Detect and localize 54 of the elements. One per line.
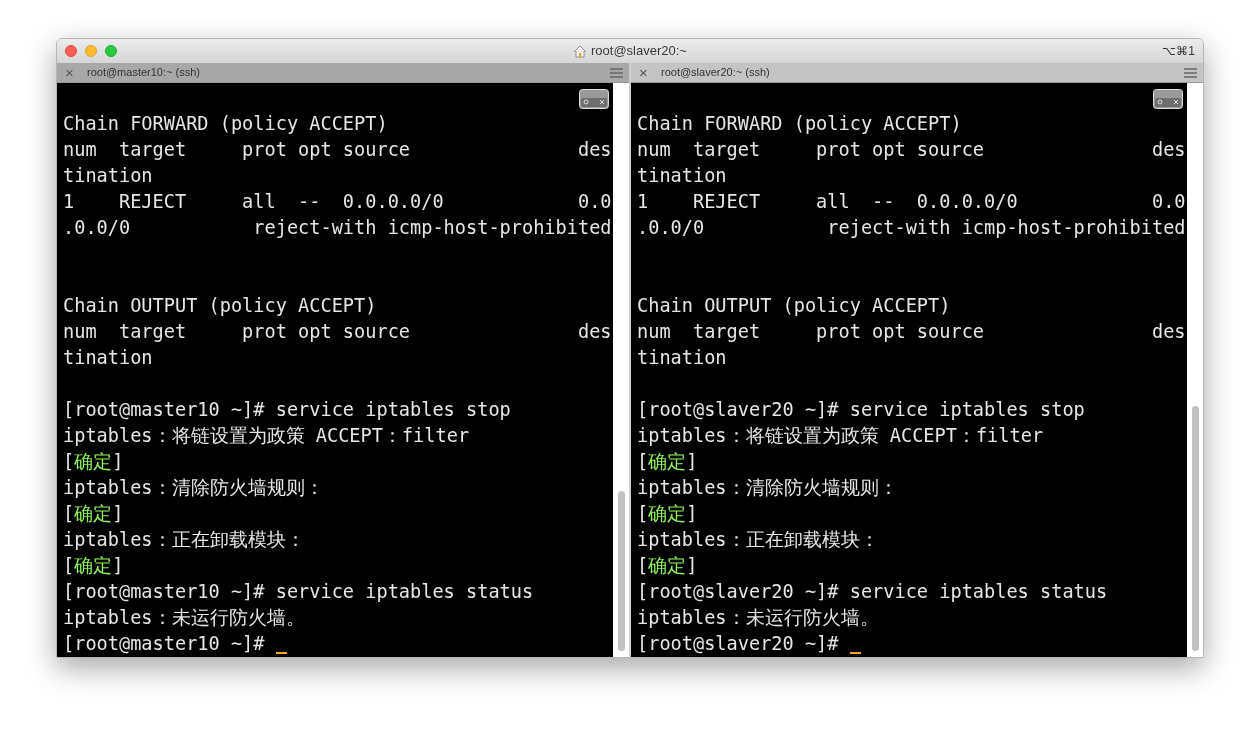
terminal-line: Chain OUTPUT (policy ACCEPT): [637, 294, 951, 318]
pane-tab[interactable]: × root@slaver20:~ (ssh): [631, 63, 1203, 83]
status-line: [确定]: [637, 554, 698, 578]
house-icon: [573, 44, 587, 58]
status-line: [确定]: [63, 554, 124, 578]
terminal-line: iptables：将链设置为政策 ACCEPT：filter: [637, 424, 1044, 448]
pane-tab[interactable]: × root@master10:~ (ssh): [57, 63, 629, 83]
terminal-line: num target prot opt source des: [637, 138, 1186, 162]
terminal-line: iptables：正在卸载模块：: [637, 528, 879, 552]
terminal-line: 1 REJECT all -- 0.0.0.0/0 0.0: [637, 190, 1186, 214]
scrollbar[interactable]: [613, 83, 629, 657]
terminal-line: Chain FORWARD (policy ACCEPT): [637, 112, 962, 136]
close-button[interactable]: ×: [639, 65, 653, 80]
terminal-line: tination: [637, 164, 727, 188]
status-line: [确定]: [637, 502, 698, 526]
terminal-line: [root@slaver20 ~]# service iptables stop: [637, 398, 1085, 422]
terminal-line: [root@slaver20 ~]# service iptables status: [637, 580, 1108, 604]
terminal-line: Chain FORWARD (policy ACCEPT): [63, 112, 388, 136]
shortcut-label: ⌥⌘1: [1162, 43, 1195, 60]
close-button[interactable]: ×: [65, 65, 79, 80]
terminal-line: .0.0/0 reject-with icmp-host-prohibited: [637, 216, 1186, 240]
tab-title: root@slaver20:~ (ssh): [661, 65, 770, 81]
broadcast-badge-icon: [1153, 89, 1183, 109]
scrollbar[interactable]: [1187, 83, 1203, 657]
status-line: [确定]: [63, 502, 124, 526]
prompt-text: [root@master10 ~]#: [63, 632, 265, 656]
window-title: root@slaver20:~: [591, 42, 687, 61]
terminal-line: iptables：将链设置为政策 ACCEPT：filter: [63, 424, 470, 448]
terminal-line: num target prot opt source des: [63, 320, 612, 344]
terminal-line: 1 REJECT all -- 0.0.0.0/0 0.0: [63, 190, 612, 214]
zoom-button[interactable]: [105, 45, 117, 57]
terminal-line: iptables：清除防火墙规则：: [63, 476, 324, 500]
broadcast-badge-icon: [579, 89, 609, 109]
terminal-line: num target prot opt source des: [637, 320, 1186, 344]
terminal-line: .0.0/0 reject-with icmp-host-prohibited: [63, 216, 612, 240]
status-line: [确定]: [637, 450, 698, 474]
terminal-line: iptables：正在卸载模块：: [63, 528, 305, 552]
terminal-line: tination: [63, 346, 153, 370]
terminal-line: iptables：清除防火墙规则：: [637, 476, 898, 500]
minimize-button[interactable]: [85, 45, 97, 57]
menu-icon[interactable]: [1184, 67, 1197, 78]
terminal-line: [root@master10 ~]# service iptables stop: [63, 398, 511, 422]
terminal-line: iptables：未运行防火墙。: [63, 606, 305, 630]
terminal-line: iptables：未运行防火墙。: [637, 606, 879, 630]
prompt-text: [root@slaver20 ~]#: [637, 632, 839, 656]
terminal-line: num target prot opt source des: [63, 138, 612, 162]
terminal-line: tination: [637, 346, 727, 370]
tab-title: root@master10:~ (ssh): [87, 65, 200, 81]
terminal-line: Chain OUTPUT (policy ACCEPT): [63, 294, 377, 318]
terminal-line: tination: [63, 164, 153, 188]
status-line: [确定]: [63, 450, 124, 474]
menu-icon[interactable]: [610, 67, 623, 78]
close-window-button[interactable]: [65, 45, 77, 57]
terminal-line: [root@master10 ~]# service iptables status: [63, 580, 534, 604]
